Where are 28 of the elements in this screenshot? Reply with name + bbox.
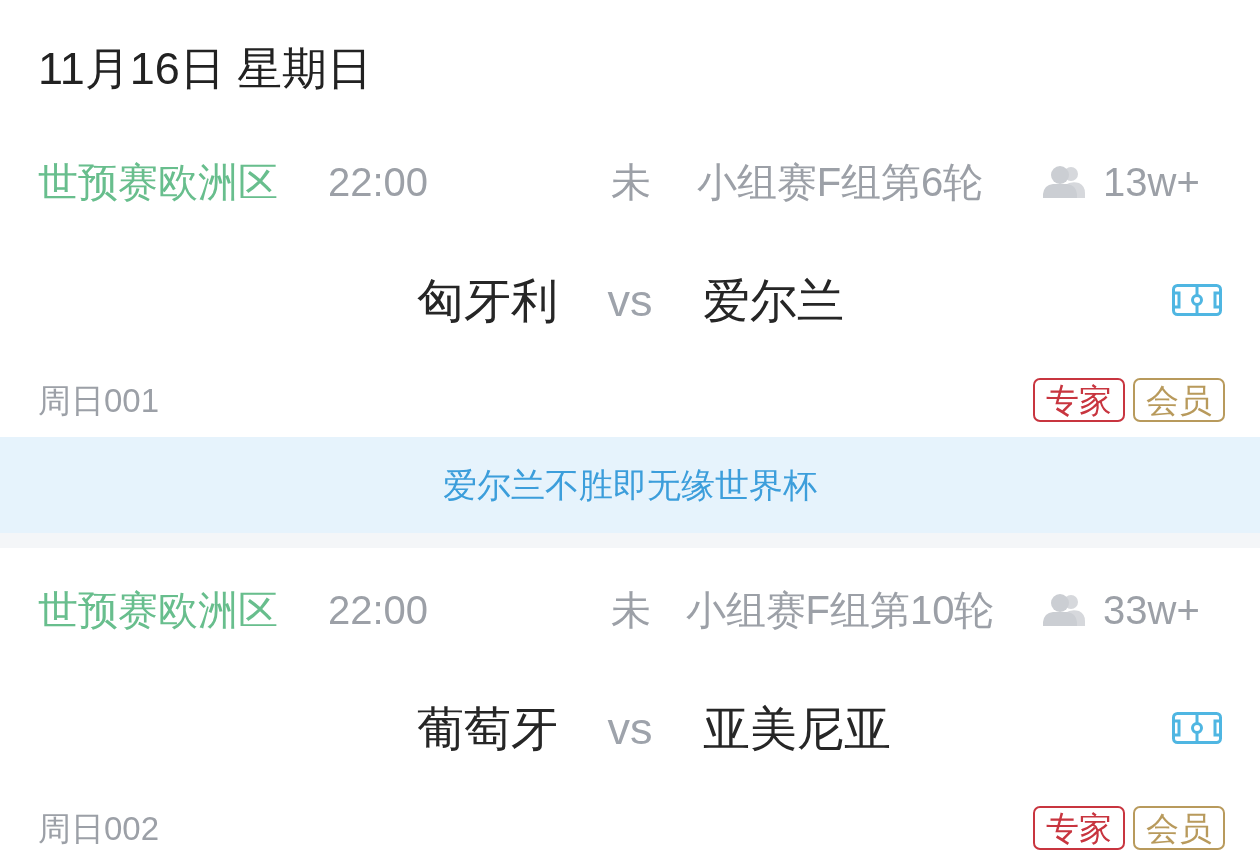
date-heading: 11月16日 星期日 [38,46,373,91]
tag: 会员 [1133,806,1225,850]
tag: 会员 [1133,378,1225,422]
league-name[interactable]: 世预赛欧洲区 [38,590,278,630]
home-team: 匈牙利 [416,276,558,324]
away-team: 亚美尼亚 [702,704,891,752]
match-code: 周日002 [38,811,160,845]
match-status: 未 [611,590,651,630]
away-team: 爱尔兰 [702,276,844,324]
people-icon [1043,165,1085,199]
vs-label: vs [607,277,653,323]
follower-count: 13w+ [1103,162,1200,202]
round-label: 小组赛F组第10轮 [685,590,995,630]
tag: 专家 [1033,378,1125,422]
pitch-icon[interactable] [1172,284,1222,316]
match-time: 22:00 [328,590,429,630]
league-name[interactable]: 世预赛欧洲区 [38,162,278,202]
round-label: 小组赛F组第6轮 [696,162,984,202]
match-status: 未 [611,162,651,202]
banner-text: 爱尔兰不胜即无缘世界杯 [443,468,817,502]
pitch-icon[interactable] [1172,712,1222,744]
people-icon [1043,593,1085,627]
tag: 专家 [1033,806,1125,850]
match-time: 22:00 [328,162,429,202]
vs-label: vs [607,705,653,751]
home-team: 葡萄牙 [416,704,558,752]
follower-count: 33w+ [1103,590,1200,630]
match-code: 周日001 [38,383,160,417]
